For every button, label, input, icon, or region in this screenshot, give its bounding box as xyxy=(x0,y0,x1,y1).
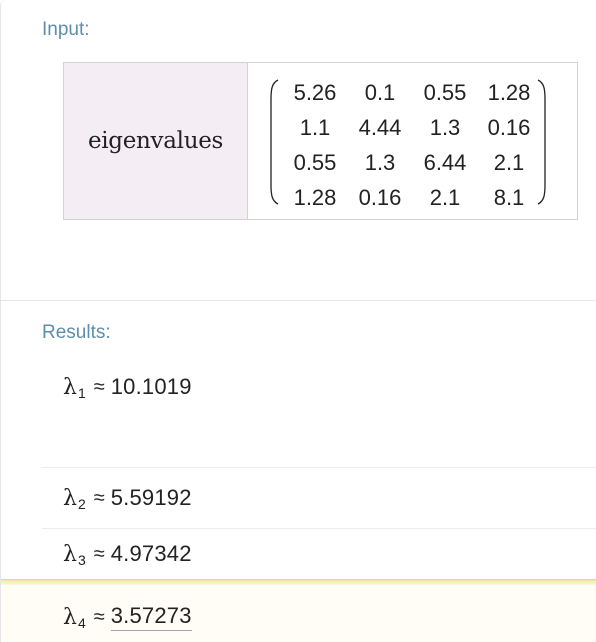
results-pod-title: Results: xyxy=(42,322,111,343)
result-row-2[interactable]: λ2 ≈ 5.59192 xyxy=(42,467,596,528)
matrix-cell: 4.44 xyxy=(358,114,402,140)
input-table: eigenvalues 5.26 0.1 0.55 1.28 1.1 4.44 … xyxy=(63,62,578,220)
matrix-cell: 0.55 xyxy=(423,79,467,105)
matrix-row: 1.1 4.44 1.3 0.16 xyxy=(282,110,540,145)
result-row-4[interactable]: λ4 ≈ 3.57273 xyxy=(42,593,596,641)
eigenvalue-value: 5.59192 xyxy=(110,485,192,510)
input-matrix-cell: 5.26 0.1 0.55 1.28 1.1 4.44 1.3 0.16 0.5… xyxy=(248,63,577,219)
lambda-symbol: λ xyxy=(63,604,77,630)
matrix-row: 5.26 0.1 0.55 1.28 xyxy=(282,75,540,110)
matrix-cell: 1.1 xyxy=(299,114,331,140)
lambda-symbol: λ xyxy=(63,485,77,511)
matrix-cell: 2.1 xyxy=(493,149,525,175)
matrix-row: 1.28 0.16 2.1 8.1 xyxy=(282,180,540,215)
matrix-cell: 1.28 xyxy=(293,184,337,210)
matrix-cell: 2.1 xyxy=(429,184,461,210)
lambda-symbol: λ xyxy=(63,541,77,567)
input-matrix: 5.26 0.1 0.55 1.28 1.1 4.44 1.3 0.16 0.5… xyxy=(282,75,540,215)
approx-symbol: ≈ xyxy=(93,605,105,628)
lambda-symbol: λ xyxy=(63,374,77,400)
results-pod: Results: λ1 ≈ 10.1019 λ2 ≈ 5.59192 λ3 ≈ … xyxy=(0,301,596,642)
lambda-subscript: 1 xyxy=(77,385,86,401)
matrix-cell: 5.26 xyxy=(293,79,337,105)
matrix-cell: 1.28 xyxy=(487,79,531,105)
matrix-cell: 6.44 xyxy=(423,149,467,175)
matrix-cell: 0.55 xyxy=(293,149,337,175)
matrix-cell: 1.3 xyxy=(429,114,461,140)
result-row-3[interactable]: λ3 ≈ 4.97342 xyxy=(42,528,596,579)
result-row-1[interactable]: λ1 ≈ 10.1019 xyxy=(42,367,596,407)
eigenvalue-value: 4.97342 xyxy=(110,541,192,566)
matrix-cell: 1.3 xyxy=(364,149,396,175)
input-pod: Input: eigenvalues 5.26 0.1 0.55 1.28 1.… xyxy=(0,0,596,301)
approx-symbol: ≈ xyxy=(93,486,105,509)
eigenvalue-value: 10.1019 xyxy=(110,374,192,399)
eigenvalue-value[interactable]: 3.57273 xyxy=(110,603,192,631)
matrix-cell: 8.1 xyxy=(493,184,525,210)
approx-symbol: ≈ xyxy=(93,542,105,565)
matrix-row: 0.55 1.3 6.44 2.1 xyxy=(282,145,540,180)
lambda-subscript: 3 xyxy=(77,552,86,568)
input-pod-title: Input: xyxy=(42,19,90,40)
right-paren-icon xyxy=(537,79,546,205)
lambda-subscript: 4 xyxy=(77,615,86,631)
matrix-cell: 0.1 xyxy=(364,79,396,105)
matrix-cell: 0.16 xyxy=(487,114,531,140)
lambda-subscript: 2 xyxy=(77,496,86,512)
matrix-cell: 0.16 xyxy=(358,184,402,210)
left-paren-icon xyxy=(270,79,279,205)
input-label: eigenvalues xyxy=(87,128,224,154)
input-label-cell: eigenvalues xyxy=(64,63,248,219)
approx-symbol: ≈ xyxy=(93,375,105,398)
